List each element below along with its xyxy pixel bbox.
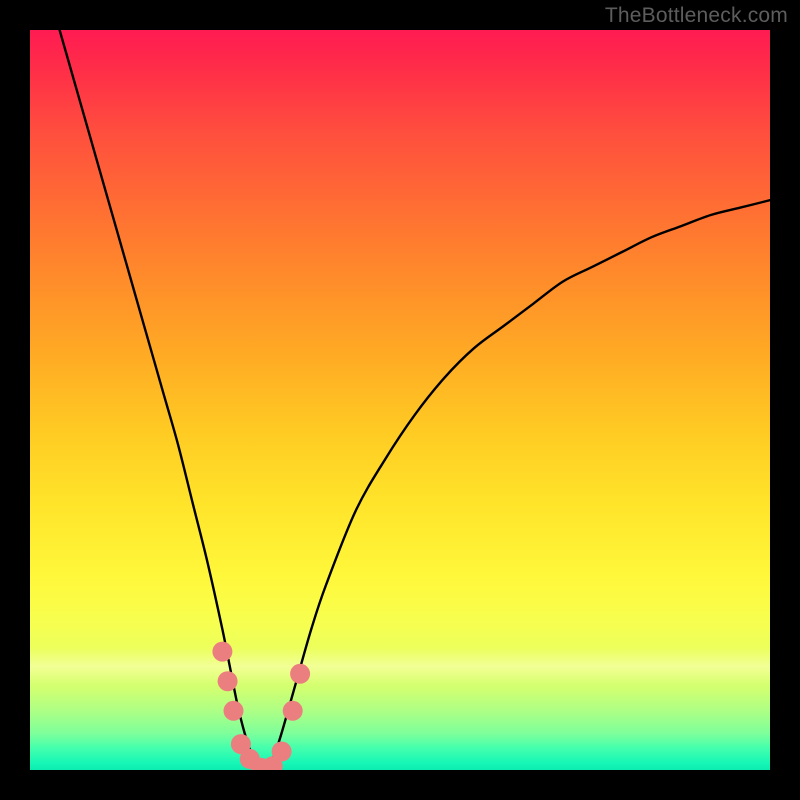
dot-left-mid <box>218 671 238 691</box>
dot-right-lower <box>283 701 303 721</box>
dot-left-lower <box>224 701 244 721</box>
bottleneck-curve <box>60 30 770 770</box>
dot-right-upper <box>290 664 310 684</box>
chart-frame: TheBottleneck.com <box>0 0 800 800</box>
watermark-text: TheBottleneck.com <box>605 4 788 28</box>
plot-area <box>30 30 770 770</box>
dot-left-upper <box>212 642 232 662</box>
curve-markers <box>212 642 310 770</box>
dot-base-5 <box>272 742 292 762</box>
chart-svg <box>30 30 770 770</box>
